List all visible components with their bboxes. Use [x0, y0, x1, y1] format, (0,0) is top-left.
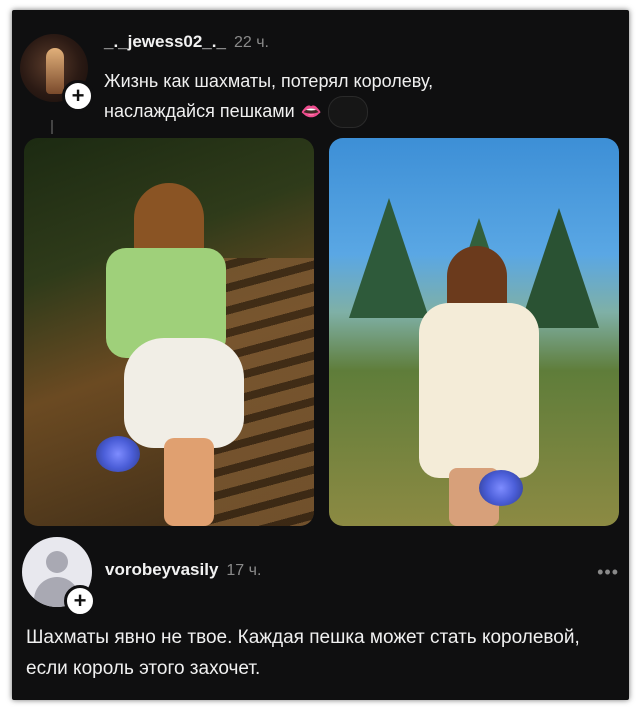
more-options-icon[interactable]: •••	[597, 562, 619, 583]
follow-plus-icon[interactable]: +	[62, 80, 94, 112]
thread-card: + _._jewess02_._ 22 ч. Жизнь как шахматы,…	[12, 10, 629, 700]
photo-legs	[164, 438, 214, 526]
comment2-time: 17 ч.	[226, 562, 262, 579]
pine-tree	[349, 198, 429, 318]
comment1-header: _._jewess02_._ 22 ч.	[104, 32, 269, 52]
photo-right[interactable]	[329, 138, 619, 526]
photo-left[interactable]	[24, 138, 314, 526]
photo-skirt	[124, 338, 244, 448]
comment2-username[interactable]: vorobeyvasily	[105, 560, 218, 579]
comment1-body: Жизнь как шахматы, потерял королеву, нас…	[104, 67, 524, 128]
pine-tree	[519, 208, 599, 328]
avatar-figure	[46, 48, 64, 94]
photo-dress	[419, 303, 539, 478]
dark-pill-icon	[327, 96, 368, 128]
flower-bouquet	[479, 470, 523, 506]
flower-bouquet	[96, 436, 140, 472]
default-avatar-head	[46, 551, 68, 573]
comment2-header: vorobeyvasily 17 ч.	[105, 560, 261, 580]
comment1-text: Жизнь как шахматы, потерял королеву, нас…	[104, 71, 434, 121]
comment1-username[interactable]: _._jewess02_._	[104, 32, 226, 51]
follow-plus-icon[interactable]: +	[64, 585, 96, 617]
comment1-time: 22 ч.	[233, 34, 269, 51]
comment2-text: Шахматы явно не твое. Каждая пешка может…	[26, 627, 580, 679]
thread-line	[51, 120, 53, 134]
lips-emoji-icon: 👄	[300, 101, 322, 121]
